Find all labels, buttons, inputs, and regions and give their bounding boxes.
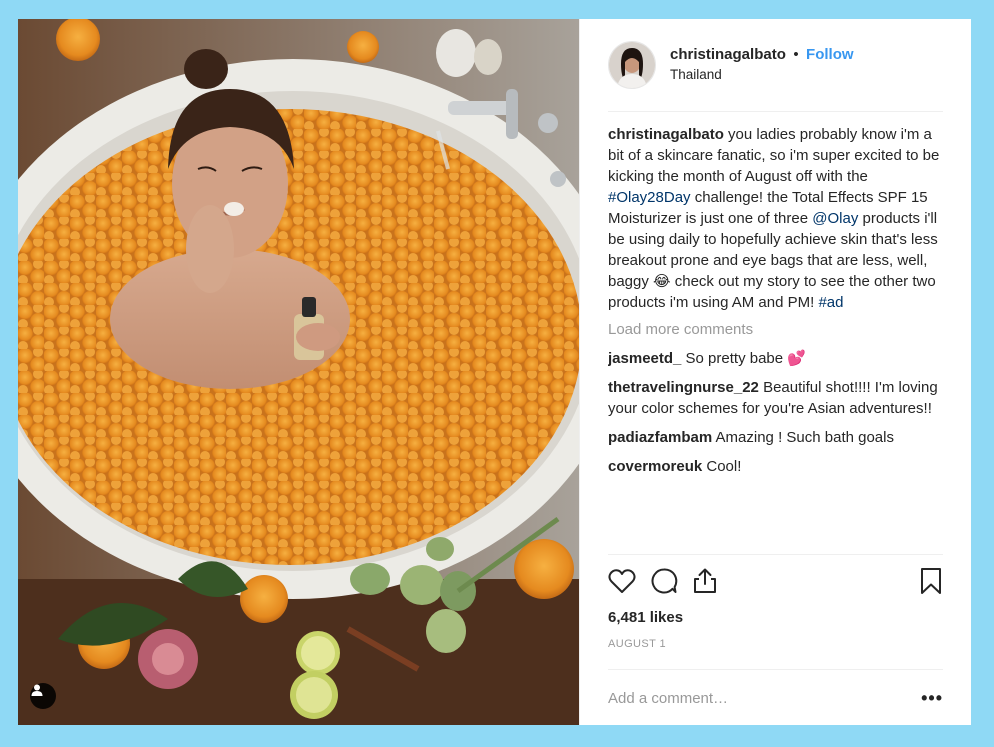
- comment-text: Amazing ! Such bath goals: [712, 429, 894, 446]
- heart-icon[interactable]: [608, 568, 636, 599]
- header-separator: •: [793, 46, 799, 63]
- comment-text: Cool!: [702, 458, 742, 475]
- post-sidebar: christinagalbato • Follow Thailand chris…: [579, 19, 971, 725]
- header-username[interactable]: christinagalbato: [670, 46, 786, 63]
- likes-count[interactable]: 6,481 likes: [608, 609, 943, 626]
- location-link[interactable]: Thailand: [670, 65, 854, 85]
- post-header: christinagalbato • Follow Thailand: [608, 19, 943, 112]
- hashtag-link[interactable]: #Olay28Day: [608, 189, 691, 206]
- load-more-comments-button[interactable]: Load more comments: [608, 321, 943, 338]
- header-text: christinagalbato • Follow Thailand: [670, 45, 854, 85]
- add-comment-input[interactable]: [608, 689, 922, 707]
- bathtub-photo-illustration: [18, 19, 579, 725]
- action-bar: 6,481 likes AUGUST 1: [608, 554, 943, 650]
- mention-link[interactable]: @Olay: [812, 210, 858, 227]
- more-options-button[interactable]: •••: [921, 688, 943, 709]
- comment-item: thetravelingnurse_22 Beautiful shot!!!! …: [608, 377, 943, 419]
- caption-username[interactable]: christinagalbato: [608, 126, 724, 143]
- comment-username[interactable]: jasmeetd_: [608, 350, 681, 367]
- avatar[interactable]: [608, 41, 656, 89]
- post-date[interactable]: AUGUST 1: [608, 638, 943, 650]
- comment-username[interactable]: thetravelingnurse_22: [608, 379, 759, 396]
- action-icons: [608, 567, 943, 599]
- comment-item: covermoreuk Cool!: [608, 456, 943, 477]
- bookmark-icon[interactable]: [919, 567, 943, 600]
- comment-text: So pretty babe 💕: [681, 350, 806, 367]
- comments-list: christinagalbato you ladies probably kno…: [608, 112, 943, 562]
- follow-button[interactable]: Follow: [806, 46, 854, 63]
- comment-item: padiazfambam Amazing ! Such bath goals: [608, 427, 943, 448]
- user-tag-icon[interactable]: [30, 683, 56, 709]
- post-photo[interactable]: [18, 19, 579, 725]
- instagram-post: christinagalbato • Follow Thailand chris…: [18, 19, 971, 725]
- share-icon[interactable]: [692, 567, 718, 600]
- add-comment-bar: •••: [608, 669, 943, 726]
- hashtag-link[interactable]: #ad: [818, 294, 843, 311]
- post-caption: christinagalbato you ladies probably kno…: [608, 124, 943, 313]
- comment-username[interactable]: covermoreuk: [608, 458, 702, 475]
- comment-username[interactable]: padiazfambam: [608, 429, 712, 446]
- comment-item: jasmeetd_ So pretty babe 💕: [608, 348, 943, 369]
- comment-bubble-icon[interactable]: [650, 567, 678, 600]
